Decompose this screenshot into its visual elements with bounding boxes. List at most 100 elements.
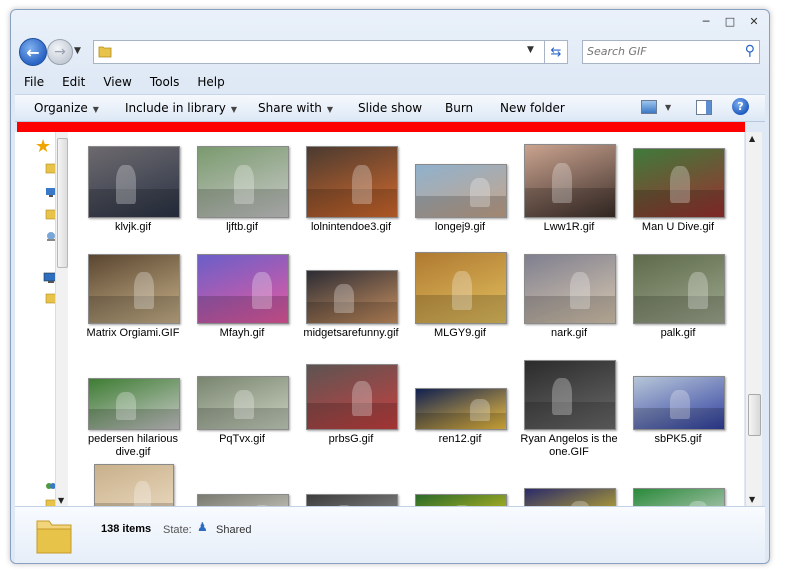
file-list: klvjk.gif ljftb.gif lolnintendoe3.gif longe…: [68, 132, 744, 506]
file-item[interactable]: [405, 462, 515, 506]
file-name: Lww1R.gif: [543, 221, 595, 233]
file-item[interactable]: nark.gif: [514, 250, 624, 355]
recent-pages-chevron-icon[interactable]: ▼: [74, 46, 81, 56]
caption-buttons: ─ □ ✕: [697, 14, 763, 28]
view-options-chevron-icon[interactable]: ▼: [665, 95, 671, 121]
back-button[interactable]: ←: [19, 38, 47, 66]
gif-thumbnail: [524, 360, 616, 430]
navigation-pane-scrollbar[interactable]: ▼: [55, 132, 68, 506]
scroll-down-arrow-icon[interactable]: ▼: [749, 495, 755, 504]
preview-pane-icon[interactable]: [696, 100, 712, 115]
scrollbar-thumb[interactable]: [57, 138, 68, 268]
file-item[interactable]: Ryan Angelos is the one.GIF: [514, 356, 624, 461]
refresh-button[interactable]: ⇆: [544, 40, 568, 64]
thumbnail-ground: [416, 413, 506, 429]
address-dropdown-icon[interactable]: ▼: [527, 45, 534, 55]
close-icon[interactable]: ✕: [745, 14, 763, 28]
new-folder-label: New folder: [500, 101, 565, 115]
search-input[interactable]: [587, 43, 727, 59]
menu-help[interactable]: Help: [188, 72, 233, 92]
organize-button[interactable]: Organize ▼: [34, 95, 99, 123]
address-bar[interactable]: ▼: [93, 40, 545, 64]
thumbnail-frame: [187, 144, 297, 219]
file-name: Mfayh.gif: [219, 327, 265, 339]
menu-tools[interactable]: Tools: [141, 72, 189, 92]
favorites-star-icon[interactable]: ★: [35, 138, 51, 156]
scroll-up-arrow-icon[interactable]: ▲: [749, 134, 755, 143]
gif-thumbnail: [306, 364, 398, 430]
thumbnail-frame: [514, 356, 624, 431]
thumbnail-ground: [198, 295, 288, 323]
file-name: palk.gif: [660, 327, 696, 339]
thumbnail-ground: [416, 196, 506, 217]
menu-edit[interactable]: Edit: [53, 72, 94, 92]
folder-icon: [36, 520, 72, 554]
file-item[interactable]: longej9.gif: [405, 144, 515, 249]
new-folder-button[interactable]: New folder: [500, 95, 565, 121]
gif-thumbnail: [306, 494, 398, 506]
file-list-scrollbar[interactable]: ▲ ▼: [745, 132, 762, 506]
file-item[interactable]: ljftb.gif: [187, 144, 297, 249]
file-item[interactable]: Mfayh.gif: [187, 250, 297, 355]
file-item[interactable]: [296, 462, 406, 506]
thumbnail-frame: [623, 356, 733, 431]
file-name: longej9.gif: [434, 221, 486, 233]
file-item[interactable]: PqTvx.gif: [187, 356, 297, 461]
file-item[interactable]: [78, 462, 188, 506]
file-item[interactable]: prbsG.gif: [296, 356, 406, 461]
file-name: pedersen hilarious dive.gif: [88, 433, 178, 458]
slide-show-button[interactable]: Slide show: [358, 95, 422, 121]
thumbnail-frame: [78, 462, 188, 506]
thumbnail-frame: [405, 250, 515, 325]
file-name: Matrix Orgiami.GIF: [86, 327, 180, 339]
file-item[interactable]: Lww1R.gif: [514, 144, 624, 249]
file-item[interactable]: Matrix Orgiami.GIF: [78, 250, 188, 355]
file-item[interactable]: [623, 462, 733, 506]
thumbnail-figure: [352, 381, 372, 416]
minimize-icon[interactable]: ─: [697, 14, 715, 28]
gif-thumbnail: [415, 252, 507, 324]
thumbnail-frame: [187, 356, 297, 431]
file-item[interactable]: [187, 462, 297, 506]
burn-button[interactable]: Burn: [445, 95, 473, 121]
chevron-down-icon: ▼: [92, 105, 99, 114]
thumbnail-figure: [352, 165, 372, 204]
thumbnail-figure: [234, 390, 254, 419]
thumbnail-figure: [134, 481, 151, 506]
help-icon[interactable]: ?: [732, 98, 749, 115]
search-icon[interactable]: ⚲: [745, 43, 755, 59]
gif-thumbnail: [197, 494, 289, 506]
thumbnail-frame: [187, 462, 297, 506]
include-in-library-button[interactable]: Include in library ▼: [125, 95, 237, 123]
menu-file[interactable]: File: [15, 72, 53, 92]
file-item[interactable]: midgetsarefunny.gif: [296, 250, 406, 355]
change-view-icon[interactable]: [641, 100, 657, 114]
file-item[interactable]: palk.gif: [623, 250, 733, 355]
file-item[interactable]: [514, 462, 624, 506]
thumbnail-ground: [634, 295, 724, 323]
file-item[interactable]: pedersen hilarious dive.gif: [78, 356, 188, 461]
gif-thumbnail: [415, 164, 507, 218]
chevron-down-icon: ▼: [326, 105, 334, 114]
file-item[interactable]: sbPK5.gif: [623, 356, 733, 461]
file-item[interactable]: Man U Dive.gif: [623, 144, 733, 249]
file-item[interactable]: MLGY9.gif: [405, 250, 515, 355]
scroll-down-arrow-icon[interactable]: ▼: [58, 496, 64, 505]
thumbnail-frame: [623, 250, 733, 325]
file-item[interactable]: ren12.gif: [405, 356, 515, 461]
gif-thumbnail: [415, 388, 507, 430]
thumbnail-figure: [552, 163, 572, 203]
thumbnail-frame: [78, 144, 188, 219]
thumbnail-frame: [514, 250, 624, 325]
thumbnail-frame: [296, 250, 406, 325]
file-item[interactable]: klvjk.gif: [78, 144, 188, 249]
file-item[interactable]: lolnintendoe3.gif: [296, 144, 406, 249]
scrollbar-thumb[interactable]: [748, 394, 761, 436]
command-bar: Organize ▼ Include in library ▼ Share with…: [15, 94, 765, 122]
share-with-button[interactable]: Share with ▼: [258, 95, 333, 123]
maximize-icon[interactable]: □: [721, 14, 739, 28]
forward-button[interactable]: →: [47, 39, 73, 65]
menu-bar: File Edit View Tools Help: [15, 72, 765, 92]
menu-view[interactable]: View: [94, 72, 140, 92]
thumbnail-figure: [234, 165, 254, 204]
